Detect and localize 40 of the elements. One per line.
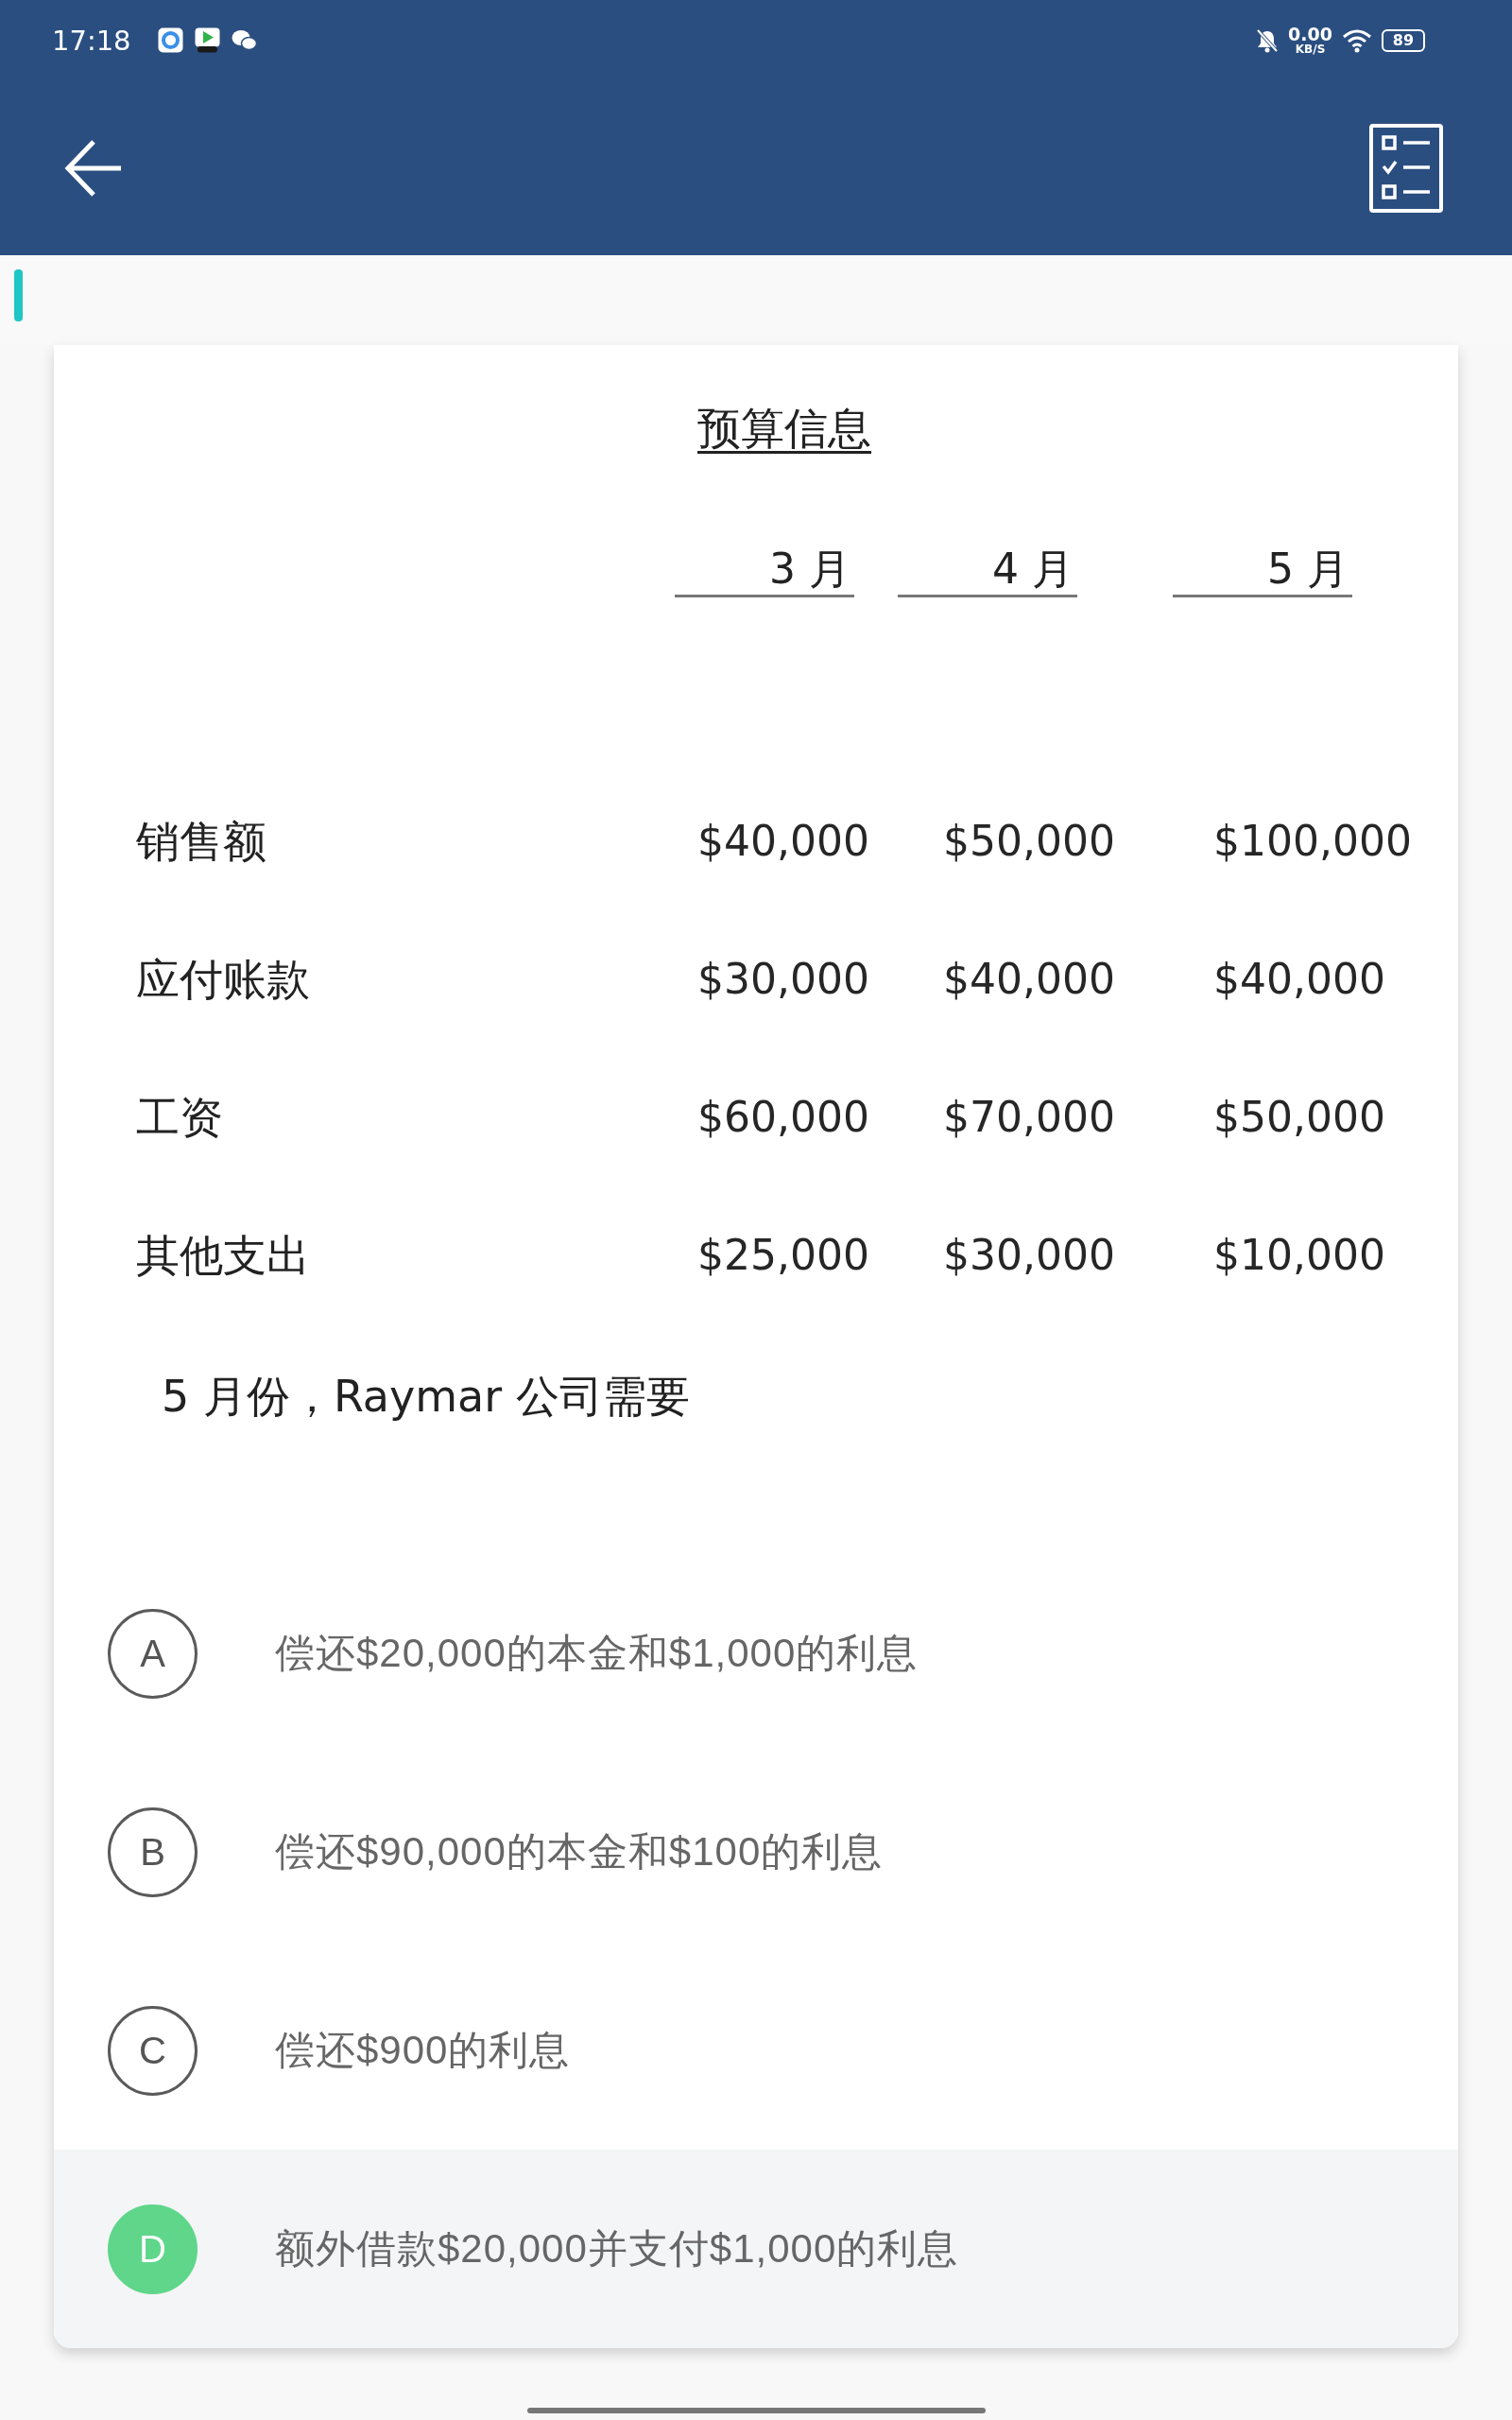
option-letter-badge: A <box>108 1608 198 1699</box>
column-header: 3 月 <box>675 544 854 597</box>
table-cell-text: $100,000 <box>1213 816 1412 867</box>
table-cell-text: $40,000 <box>943 954 1115 1005</box>
table-title: 预算信息 <box>697 402 871 456</box>
table-cell-text: $30,000 <box>943 1230 1115 1281</box>
table-cell-text: $50,000 <box>1213 1092 1385 1143</box>
status-time: 17:18 <box>52 24 131 57</box>
row-label: 销售额 <box>136 815 266 868</box>
answer-option[interactable]: D 额外借款$20,000并支付$1,000的利息 <box>54 2150 1458 2348</box>
table-cell-text: $60,000 <box>697 1092 869 1143</box>
battery-indicator: 89 <box>1382 28 1425 52</box>
answer-option[interactable]: A 偿还$20,000的本金和$1,000的利息 <box>54 1554 1458 1753</box>
column-header: 5 月 <box>1173 544 1352 597</box>
row-label: 工资 <box>136 1091 223 1144</box>
answer-option[interactable]: C 偿还$900的利息 <box>54 1951 1458 2150</box>
network-speed-value: 0.00 <box>1288 25 1332 43</box>
table-cell-text: $10,000 <box>1213 1230 1385 1281</box>
accent-bar <box>14 269 23 321</box>
table-cell-text: $50,000 <box>943 816 1115 867</box>
row-label: 其他支出 <box>136 1229 310 1282</box>
network-speed-unit: KB/S <box>1295 43 1326 56</box>
ring-tile-icon <box>157 27 183 53</box>
wifi-icon <box>1342 27 1372 53</box>
bell-muted-icon <box>1256 27 1280 53</box>
back-button[interactable] <box>64 138 123 198</box>
option-letter-badge: D <box>108 2204 198 2294</box>
column-header: 4 月 <box>898 544 1077 597</box>
table-cell-text: $70,000 <box>943 1092 1115 1143</box>
question-prompt: 5 月份，Raymar 公司需要 <box>162 1370 690 1423</box>
table-cell-text: $40,000 <box>697 816 869 867</box>
table-cell-text: $40,000 <box>1213 954 1385 1005</box>
option-letter-badge: C <box>108 2005 198 2096</box>
option-letter-badge: B <box>108 1806 198 1897</box>
row-label: 应付账款 <box>136 953 310 1006</box>
table-cell-text: $30,000 <box>697 954 869 1005</box>
answer-option[interactable]: B 偿还$90,000的本金和$100的利息 <box>54 1753 1458 1951</box>
table-cell-text: $25,000 <box>697 1230 869 1281</box>
play-tile-icon <box>194 27 220 53</box>
checklist-button[interactable] <box>1369 123 1443 213</box>
